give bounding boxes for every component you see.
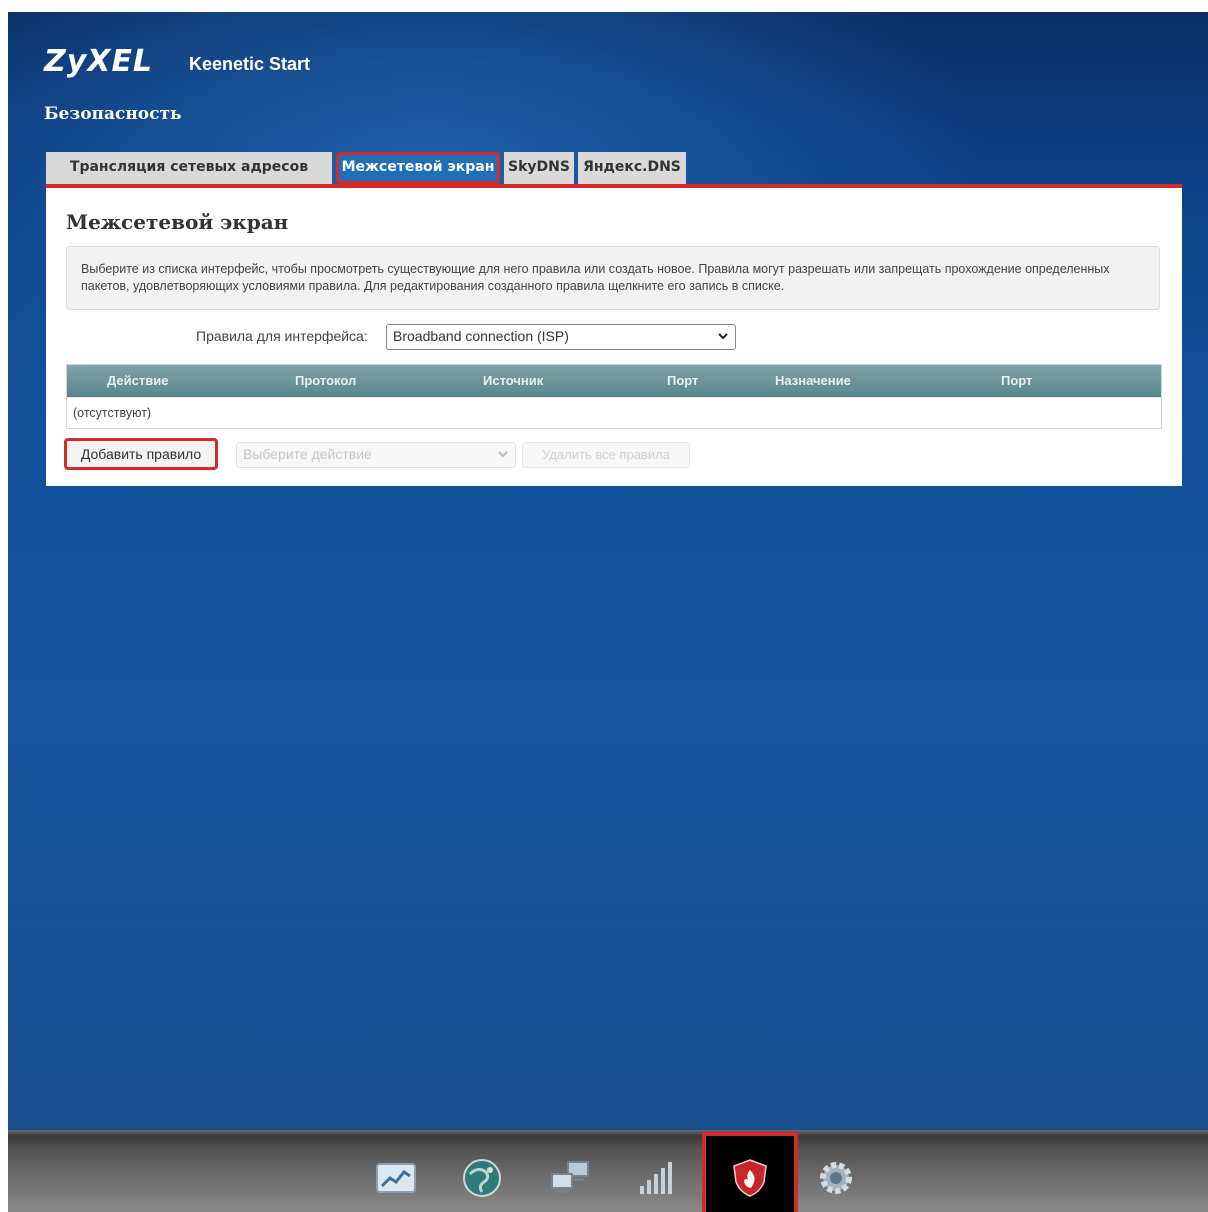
monitor-icon[interactable] [374,1156,418,1200]
action-select-placeholder: Выберите действие [243,446,372,462]
home-network-icon[interactable] [548,1156,592,1200]
page-title: Безопасность [44,104,182,124]
tab-firewall[interactable]: Межсетевой экран [336,152,500,184]
tab-nat[interactable]: Трансляция сетевых адресов (NAT) [46,152,332,205]
wifi-signal-icon[interactable] [634,1156,678,1200]
security-shield-icon[interactable] [728,1156,772,1200]
table-header: Действие Протокол Источник Порт Назначен… [67,365,1161,397]
rules-table: Действие Протокол Источник Порт Назначен… [66,364,1162,429]
interface-label: Правила для интерфейса: [196,328,368,344]
tab-yandex-dns[interactable]: Яндекс.DNS [578,152,686,184]
firewall-panel: Межсетевой экран Выберите из списка инте… [46,184,1182,486]
col-destination-port: Порт [1001,373,1033,388]
col-action: Действие [107,373,169,388]
delete-all-rules-button[interactable]: Удалить все правила [522,442,690,468]
col-destination: Назначение [775,373,851,388]
col-source-port: Порт [667,373,699,388]
chevron-down-icon [718,333,728,340]
info-box: Выберите из списка интерфейс, чтобы прос… [66,246,1160,310]
col-source: Источник [483,373,544,388]
settings-gear-icon[interactable] [814,1156,858,1200]
tab-skydns[interactable]: SkyDNS [504,152,574,184]
interface-select-value: Broadband connection (ISP) [393,328,569,344]
router-admin-screen: ZyXEL Keenetic Start Безопасность Трансл… [8,12,1208,1212]
add-rule-button[interactable]: Добавить правило [64,438,218,470]
internet-globe-icon[interactable] [460,1156,504,1200]
interface-select[interactable]: Broadband connection (ISP) [386,324,736,350]
panel-title: Межсетевой экран [66,210,289,234]
zyxel-logo: ZyXEL [44,44,154,79]
col-protocol: Протокол [295,373,357,388]
bottom-taskbar [8,1130,1208,1212]
action-select[interactable]: Выберите действие [236,442,516,468]
table-empty-row: (отсутствуют) [67,397,1161,428]
model-name: Keenetic Start [189,54,311,74]
chevron-down-icon [498,451,508,458]
